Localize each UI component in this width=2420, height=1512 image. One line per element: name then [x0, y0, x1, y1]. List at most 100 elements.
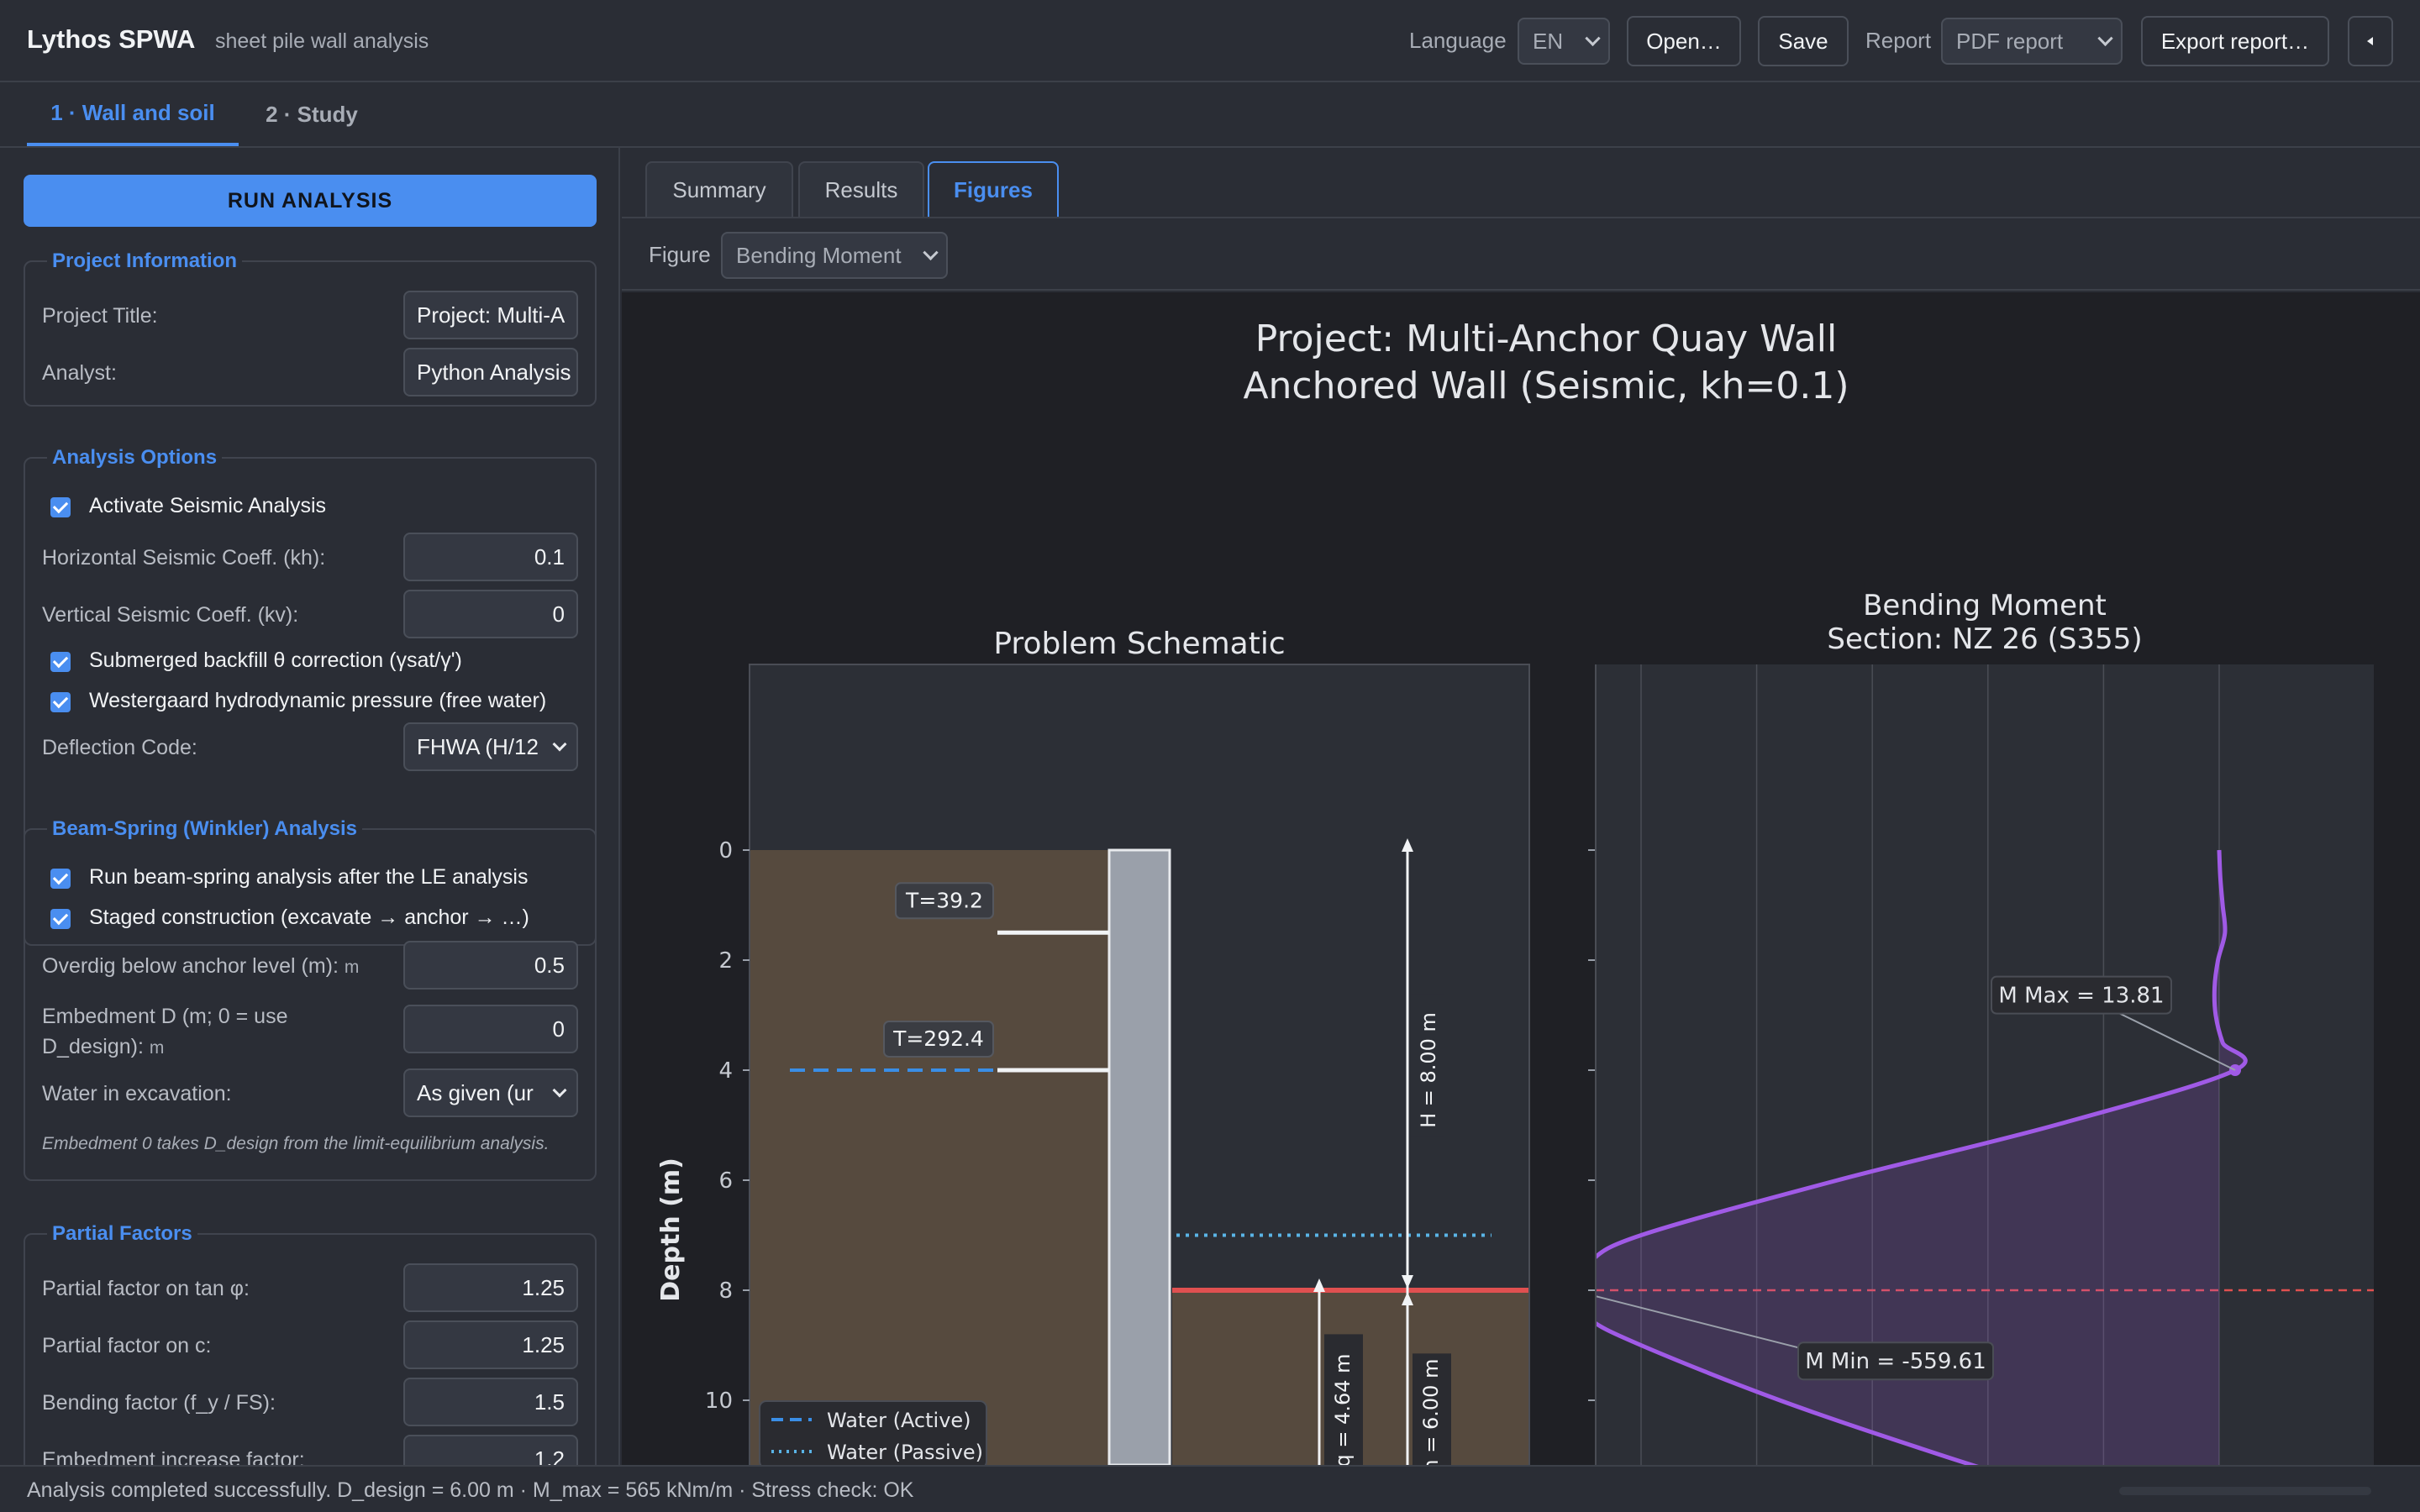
kv-input[interactable]: 0 — [403, 590, 578, 638]
anchor-label: T=292.4 — [892, 1026, 984, 1051]
y-tick-label: 8 — [718, 1278, 733, 1304]
figure-select-value: Bending Moment — [736, 242, 902, 268]
section-legend: Partial Factors — [47, 1222, 197, 1246]
section-legend: Beam-Spring (Winkler) Analysis — [47, 817, 362, 841]
schematic-title: Problem Schematic — [993, 627, 1285, 661]
anchor-label: T=39.2 — [905, 888, 983, 912]
embedment-input[interactable]: 0 — [403, 1005, 578, 1053]
y-tick-label: 10 — [705, 1389, 733, 1414]
overdig-label-text: Overdig below anchor level (m): — [42, 954, 339, 978]
y-axis-label: Depth (m) — [656, 1158, 686, 1302]
figure-select[interactable]: Bending Moment — [721, 232, 948, 279]
staged-construction-label: Staged construction (excavate → anchor →… — [89, 906, 529, 929]
export-report-button[interactable]: Export report… — [2141, 16, 2329, 66]
retained-soil — [750, 850, 1109, 1465]
westergaard-checkbox[interactable] — [50, 692, 71, 712]
section-legend: Analysis Options — [47, 446, 223, 470]
tab-results[interactable]: Results — [798, 161, 924, 217]
sheet-pile-wall — [1107, 848, 1171, 1465]
analyst-input[interactable]: Python Analysis — [403, 348, 578, 396]
dreq-dimension-label: D_req = 4.64 m — [1331, 1353, 1355, 1465]
beam-spring-checkbox[interactable] — [50, 869, 71, 889]
figure-area: Project: Multi-Anchor Quay Wall Anchored … — [622, 292, 2420, 1465]
right-panel: Summary Results Figures Figure Bending M… — [622, 148, 2420, 1465]
tanphi-input[interactable]: 1.25 — [403, 1263, 578, 1312]
tab-summary[interactable]: Summary — [645, 161, 793, 217]
language-select[interactable]: EN — [1518, 18, 1610, 65]
water-excavation-select[interactable]: As given (ur — [403, 1068, 578, 1117]
left-panel: RUN ANALYSIS Project Information Project… — [0, 148, 620, 1465]
moment-plot: M Max = 13.81M Min = -559.61theoretical … — [1566, 664, 2374, 1465]
bending-factor-label: Bending factor (f_y / FS): — [42, 1391, 276, 1415]
kv-label: Vertical Seismic Coeff. (kv): — [42, 603, 299, 627]
embedment-label-line1: Embedment D (m; 0 = use — [42, 1005, 288, 1028]
chevron-down-icon — [923, 244, 939, 260]
mmin-label: M Min = -559.61 — [1805, 1349, 1986, 1374]
legend-water-active-label: Water (Active) — [827, 1409, 971, 1432]
tab-study[interactable]: 2 · Study — [252, 82, 371, 146]
top-bar: Lythos SPWA sheet pile wall analysis Lan… — [0, 0, 2420, 82]
chevron-down-icon — [552, 1083, 567, 1098]
save-button[interactable]: Save — [1758, 16, 1849, 66]
project-title-input[interactable]: Project: Multi-A — [403, 291, 578, 339]
app-subtitle: sheet pile wall analysis — [215, 29, 429, 53]
deflection-code-label: Deflection Code: — [42, 736, 197, 759]
report-label: Report — [1865, 28, 1932, 53]
bending-factor-input[interactable]: 1.5 — [403, 1378, 578, 1426]
report-select[interactable]: PDF report — [1941, 18, 2123, 65]
chevron-down-icon — [552, 737, 567, 752]
y-tick-label: 0 — [718, 838, 733, 864]
submerged-checkbox[interactable] — [50, 652, 71, 672]
caret-left-icon — [2367, 37, 2373, 45]
report-value: PDF report — [1956, 28, 2064, 54]
analyst-label: Analyst: — [42, 361, 117, 385]
seismic-checkbox[interactable] — [50, 497, 71, 517]
project-information-section: Project Information Project Title: Proje… — [24, 249, 597, 407]
moment-title-line1: Bending Moment — [1863, 589, 2107, 622]
kh-input[interactable]: 0.1 — [403, 533, 578, 581]
section-legend: Project Information — [47, 249, 243, 273]
chevron-down-icon — [2097, 30, 2113, 46]
tab-wall-and-soil[interactable]: 1 · Wall and soil — [27, 82, 239, 146]
embedment-increase-input[interactable]: 1.2 — [403, 1435, 578, 1465]
water-excavation-label: Water in excavation: — [42, 1082, 232, 1105]
language-value: EN — [1533, 28, 1564, 54]
status-bar: Analysis completed successfully. D_desig… — [0, 1465, 2420, 1512]
overdig-unit: m — [344, 958, 360, 977]
h-dimension-label: H = 8.00 m — [1417, 1012, 1440, 1128]
figure-bar: Figure Bending Moment — [622, 218, 2420, 291]
embedment-note: Embedment 0 takes D_design from the limi… — [42, 1134, 550, 1153]
app-title: Lythos SPWA — [27, 24, 196, 54]
overdig-input[interactable]: 0.5 — [403, 941, 578, 990]
submerged-label: Submerged backfill θ correction (γsat/γ'… — [89, 648, 462, 672]
deflection-code-select[interactable]: FHWA (H/12 — [403, 722, 578, 771]
moment-axes — [1588, 664, 1597, 1465]
c-factor-label: Partial factor on c: — [42, 1334, 212, 1357]
embedment-label: Embedment D (m; 0 = use D_design): m — [42, 1001, 287, 1063]
moment-min-point — [1566, 1284, 1578, 1296]
tanphi-label: Partial factor on tan φ: — [42, 1277, 250, 1300]
status-text: Analysis completed successfully. D_desig… — [27, 1478, 914, 1502]
schematic-plot: T=39.2 T=292.4 H = 8.00 m D_design = 6.00 m… — [750, 664, 1529, 1465]
embedment-increase-label: Embedment increase factor: — [42, 1448, 305, 1465]
tab-figures[interactable]: Figures — [928, 161, 1059, 217]
y-tick-label: 2 — [718, 948, 733, 974]
project-title-label: Project Title: — [42, 304, 158, 328]
ddesign-dimension-label: D_design = 6.00 m — [1419, 1359, 1443, 1465]
embedment-unit: m — [149, 1038, 165, 1058]
figure-titles: Project: Multi-Anchor Quay Wall Anchored … — [993, 318, 2142, 661]
open-button[interactable]: Open… — [1627, 16, 1741, 66]
water-excavation-value: As given (ur — [417, 1079, 534, 1105]
collapse-button[interactable] — [2348, 16, 2393, 66]
run-analysis-button[interactable]: RUN ANALYSIS — [24, 175, 597, 227]
c-factor-input[interactable]: 1.25 — [403, 1320, 578, 1369]
progress-bar — [2119, 1487, 2371, 1495]
moment-title-line2: Section: NZ 26 (S355) — [1827, 622, 2142, 656]
mmax-label: M Max = 13.81 — [1998, 984, 2164, 1009]
chevron-down-icon — [1585, 30, 1601, 46]
beam-spring-section: Beam-Spring (Winkler) Analysis Run beam-… — [24, 817, 597, 1181]
staged-construction-checkbox[interactable] — [50, 909, 71, 929]
main-tabs: 1 · Wall and soil 2 · Study — [0, 82, 2420, 148]
figure-title-line2: Anchored Wall (Seismic, kh=0.1) — [1243, 365, 1849, 407]
kh-label: Horizontal Seismic Coeff. (kh): — [42, 546, 326, 570]
